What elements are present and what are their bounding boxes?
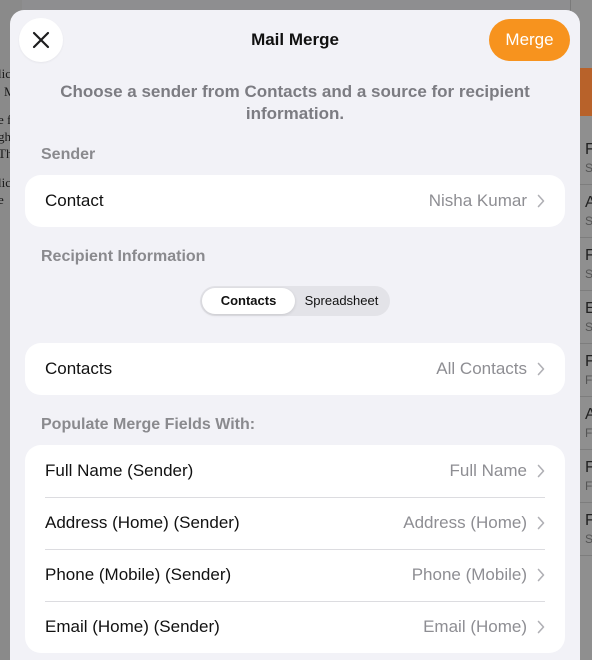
merge-field-row-phone[interactable]: Phone (Mobile) (Sender) Phone (Mobile) (25, 549, 565, 601)
segment-spreadsheet[interactable]: Spreadsheet (295, 288, 388, 314)
chevron-right-icon (537, 194, 545, 208)
segment-contacts[interactable]: Contacts (202, 288, 295, 314)
chevron-right-icon (537, 516, 545, 530)
recipient-contacts-row[interactable]: Contacts All Contacts (25, 343, 565, 395)
recipient-contacts-label: Contacts (45, 359, 113, 378)
sender-group: Contact Nisha Kumar (25, 175, 565, 227)
merge-field-row-address[interactable]: Address (Home) (Sender) Address (Home) (25, 497, 565, 549)
merge-field-label: Full Name (Sender) (45, 461, 194, 480)
merge-field-value: Email (Home) (423, 617, 527, 636)
merge-fields-group: Full Name (Sender) Full Name Address (Ho… (25, 445, 565, 653)
background-text-line: e (0, 192, 4, 207)
mail-merge-sheet: Mail Merge Merge Choose a sender from Co… (10, 10, 580, 660)
merge-field-row-full-name[interactable]: Full Name (Sender) Full Name (25, 445, 565, 497)
sender-contact-row[interactable]: Contact Nisha Kumar (25, 175, 565, 227)
merge-field-label: Phone (Mobile) (Sender) (45, 565, 232, 584)
merge-field-value: Address (Home) (403, 513, 527, 532)
sender-contact-label: Contact (45, 191, 104, 210)
chevron-right-icon (537, 620, 545, 634)
sender-contact-value: Nisha Kumar (428, 191, 527, 210)
chevron-right-icon (537, 568, 545, 582)
chevron-right-icon (537, 464, 545, 478)
sender-section-header: Sender (41, 146, 96, 163)
instructions-text: Choose a sender from Contacts and a sour… (60, 82, 530, 123)
recipient-source-segmented-control: Contacts Spreadsheet (200, 286, 390, 316)
merge-field-label: Email (Home) (Sender) (45, 617, 220, 636)
merge-field-value: Phone (Mobile) (411, 565, 527, 584)
merge-field-value: Full Name (449, 461, 527, 480)
nav-bar: Mail Merge Merge (10, 10, 580, 72)
chevron-right-icon (537, 362, 545, 376)
recipient-contacts-value: All Contacts (436, 359, 527, 378)
merge-field-row-email[interactable]: Email (Home) (Sender) Email (Home) (25, 601, 565, 653)
populate-section-header: Populate Merge Fields With: (41, 416, 256, 433)
recipient-group: Contacts All Contacts (25, 343, 565, 395)
merge-button[interactable]: Merge (489, 19, 570, 61)
recipient-section-header: Recipient Information (41, 248, 206, 265)
recipient-source-control-wrap: Contacts Spreadsheet (10, 286, 580, 316)
merge-field-label: Address (Home) (Sender) (45, 513, 240, 532)
